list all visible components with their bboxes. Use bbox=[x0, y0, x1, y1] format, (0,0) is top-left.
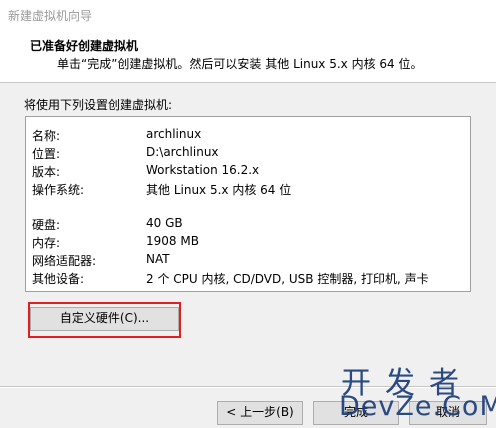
summary-value: 2 个 CPU 内核, CD/DVD, USB 控制器, 打印机, 声卡 bbox=[146, 272, 429, 286]
window-title: 新建虚拟机向导 bbox=[8, 9, 93, 23]
summary-value: D:\archlinux bbox=[146, 145, 219, 159]
summary-value: NAT bbox=[146, 252, 170, 266]
title-bar: 新建虚拟机向导 bbox=[0, 0, 496, 30]
summary-value: 其他 Linux 5.x 内核 64 位 bbox=[146, 183, 292, 197]
finish-button[interactable]: 完成 bbox=[313, 401, 399, 425]
summary-value: 1908 MB bbox=[146, 234, 199, 248]
summary-key: 名称: bbox=[32, 129, 61, 143]
summary-value: archlinux bbox=[146, 127, 202, 141]
summary-key: 硬盘: bbox=[32, 218, 61, 232]
summary-key: 位置: bbox=[32, 147, 61, 161]
customize-hardware-button[interactable]: 自定义硬件(C)... bbox=[30, 307, 179, 331]
cancel-button[interactable]: 取消 bbox=[409, 401, 487, 425]
settings-summary-box: 名称: archlinux 位置: D:\archlinux 版本: Works… bbox=[25, 116, 471, 292]
page-title: 已准备好创建虚拟机 bbox=[30, 39, 139, 53]
watermark-chinese-text: 开发者 bbox=[341, 366, 473, 401]
summary-key: 操作系统: bbox=[32, 183, 85, 197]
footer-divider bbox=[0, 386, 496, 388]
summary-key: 版本: bbox=[32, 165, 61, 179]
summary-value: 40 GB bbox=[146, 216, 183, 230]
summary-key: 其他设备: bbox=[32, 272, 85, 286]
settings-section-label: 将使用下列设置创建虚拟机: bbox=[24, 98, 173, 112]
new-vm-wizard-window: 新建虚拟机向导 已准备好创建虚拟机 单击“完成”创建虚拟机。然后可以安装 其他 … bbox=[0, 0, 496, 428]
back-button[interactable]: < 上一步(B) bbox=[217, 401, 303, 425]
summary-value: Workstation 16.2.x bbox=[146, 163, 260, 177]
summary-key: 网络适配器: bbox=[32, 254, 97, 268]
wizard-header: 已准备好创建虚拟机 单击“完成”创建虚拟机。然后可以安装 其他 Linux 5.… bbox=[0, 30, 496, 83]
summary-key: 内存: bbox=[32, 236, 61, 250]
page-subtitle: 单击“完成”创建虚拟机。然后可以安装 其他 Linux 5.x 内核 64 位。 bbox=[57, 57, 423, 71]
